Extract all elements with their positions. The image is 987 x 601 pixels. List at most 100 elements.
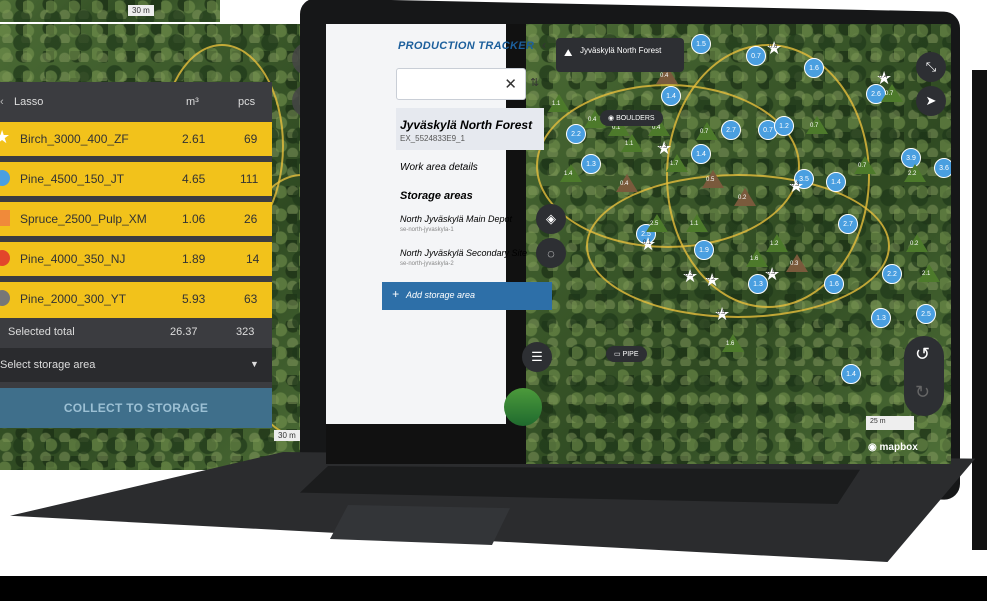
filter-sliders-icon[interactable]: ☰ (522, 342, 552, 372)
storage-area-id: se-north-jyvaskyla-1 (400, 227, 454, 233)
tree-pieces: 111 (240, 172, 259, 186)
laptop-touchpad (330, 505, 510, 545)
locate-arrow-icon[interactable]: ➤ (916, 86, 946, 116)
collapse-arrows-icon[interactable]: ⤡ (916, 52, 946, 82)
forest-name: Jyväskylä North Forest (400, 118, 533, 132)
tree-volume: 1.06 (182, 212, 206, 226)
tree-row[interactable]: ★ Birch_3000_400_ZF 2.61 69 (0, 122, 272, 156)
tree-marker-value: 0.4 (660, 73, 669, 79)
forest-id: EX_5524833E9_1 (400, 134, 465, 143)
tree-marker-circle[interactable]: 2.7 (721, 120, 741, 140)
clear-search-icon[interactable]: ✕ (504, 75, 517, 93)
tree-marker-circle[interactable]: 2.5 (916, 304, 936, 324)
tree-marker-circle[interactable]: 1.5 (691, 34, 711, 54)
tree-marker-value: 0.2 (738, 195, 747, 201)
tree-row[interactable]: Pine_4500_150_JT 4.65 111 (0, 162, 272, 196)
tree-marker-circle[interactable]: 1.2 (774, 116, 794, 136)
mapbox-text: mapbox (879, 442, 918, 453)
search-input[interactable]: ✕ (396, 68, 526, 100)
tree-marker-circle[interactable]: 2.7 (838, 214, 858, 234)
collapse-sidebar-chevron-icon[interactable]: ‹ (542, 38, 546, 52)
tree-marker-circle[interactable]: 1.6 (824, 274, 844, 294)
caret-down-icon: ▼ (250, 359, 259, 369)
tree-marker-value: 0.2 (910, 241, 919, 247)
pipe-icon: ▭ (614, 351, 623, 358)
storage-area-item[interactable]: North Jyväskylä Secondary Site se-north-… (396, 244, 544, 276)
laptop-screen: 1.5 0.7 1.6 2.6 1.4 2.7 0.7 1.2 2.2 1.4 1.3 3.9 1.4 2… (326, 24, 951, 464)
storage-areas-heading: Storage areas (400, 190, 473, 202)
tree-row[interactable]: Pine_4000_350_NJ 1.89 14 (0, 242, 272, 276)
tree-marker-circle[interactable]: 3.6 (934, 158, 951, 178)
selected-forest[interactable]: Jyväskylä North Forest EX_5524833E9_1 (396, 108, 544, 150)
add-storage-area-button[interactable]: + Add storage area (382, 282, 552, 310)
tree-marker-circle[interactable]: 1.3 (871, 308, 891, 328)
collect-to-storage-button[interactable]: COLLECT TO STORAGE (0, 388, 272, 428)
tree-marker-value: 0.7 (810, 123, 819, 129)
tree-marker-circle[interactable]: 0.7 (746, 46, 766, 66)
map-scale: 30 m (274, 430, 300, 441)
map-scale-text: 25 m (870, 418, 886, 425)
forest-chip[interactable]: ⛰ Jyväskylä North Forest (556, 38, 684, 72)
forest-chip-label: Jyväskylä North Forest (580, 46, 662, 55)
tree-marker-circle[interactable]: 1.4 (841, 364, 861, 384)
tree-marker-value: 0.2 (707, 276, 716, 282)
tree-marker-circle[interactable]: 1.4 (691, 144, 711, 164)
tree-marker-value: 0.5 (717, 310, 726, 316)
forest-chip-icon: ⛰ (564, 48, 573, 59)
lasso-icon[interactable]: ◌ (536, 238, 566, 268)
storage-area-item[interactable]: North Jyväskylä Main Depot se-north-jyva… (396, 210, 544, 242)
tree-marker-value: 0.3 (685, 272, 694, 278)
undo-redo-group: ↺ ↻ (904, 336, 944, 416)
storage-area-select[interactable]: Select storage area ▼ (0, 348, 272, 382)
tree-marker-value: 0.7 (885, 91, 894, 97)
selected-total-label: Selected total (8, 326, 75, 338)
tree-marker-value: 2.2 (908, 171, 917, 177)
tree-marker-value: 1.1 (552, 101, 561, 107)
mapbox-logo: ◉ mapbox (868, 442, 918, 453)
user-avatar[interactable] (504, 388, 542, 426)
tree-row[interactable]: Pine_2000_300_YT 5.93 63 (0, 282, 272, 318)
map-scale: 25 m (866, 416, 914, 430)
top-map-scale: 30 m (128, 5, 154, 16)
tree-marker-circle[interactable]: 2.2 (566, 124, 586, 144)
map-view[interactable]: 1.5 0.7 1.6 2.6 1.4 2.7 0.7 1.2 2.2 1.4 1.3 3.9 1.4 2… (526, 24, 951, 464)
back-chevron-icon[interactable]: ‹ (0, 96, 4, 108)
tree-marker-value: 1.1 (690, 221, 699, 227)
tree-marker-value: 0.3 (659, 144, 668, 150)
circle-icon (0, 290, 10, 306)
tree-marker-value: 0.3 (790, 261, 799, 267)
background-device-edge (972, 70, 987, 550)
tree-name: Spruce_2500_Pulp_XM (20, 212, 147, 226)
sort-chevron-icon[interactable]: ⇅ (530, 76, 539, 89)
app-title: PRODUCTION TRACKER (398, 40, 535, 52)
circle-icon (0, 250, 10, 266)
tree-marker-value: 0.4 (588, 117, 597, 123)
boulders-label[interactable]: ◉ BOULDERS (600, 110, 663, 126)
star-icon: ★ (0, 127, 11, 147)
tree-pieces: 14 (246, 252, 260, 266)
selected-total-row: Selected total 26.37 323 (0, 320, 272, 346)
tree-marker-value: 0.5 (706, 177, 715, 183)
layers-icon[interactable]: ◈ (536, 204, 566, 234)
tree-marker-value: 0.4 (879, 74, 888, 80)
work-area-details-link[interactable]: Work area details (400, 162, 478, 173)
lasso-selection-panel: ‹ Lasso m³ pcs ★ Birch_3000_400_ZF 2.61 … (0, 82, 272, 428)
tree-marker-circle[interactable]: 1.4 (826, 172, 846, 192)
tree-marker-circle[interactable]: 2.2 (882, 264, 902, 284)
tree-marker-value: 2.5 (650, 221, 659, 227)
tree-marker-value: 1.2 (770, 241, 779, 247)
tree-marker-value: 1.6 (726, 341, 735, 347)
tree-marker-circle[interactable]: 1.9 (694, 240, 714, 260)
tree-marker-circle[interactable]: 1.6 (804, 58, 824, 78)
add-storage-label: Add storage area (406, 290, 476, 300)
tree-marker-circle[interactable]: 1.3 (581, 154, 601, 174)
tree-row[interactable]: Spruce_2500_Pulp_XM 1.06 26 (0, 202, 272, 236)
undo-icon[interactable]: ↺ (915, 344, 930, 365)
tree-volume: 5.93 (182, 292, 206, 306)
boulders-text: BOULDERS (616, 115, 655, 122)
tree-marker-circle[interactable]: 1.4 (661, 86, 681, 106)
tree-marker-value: 1.6 (750, 256, 759, 262)
redo-icon[interactable]: ↻ (915, 382, 930, 403)
pipe-label[interactable]: ▭ PIPE (606, 346, 647, 362)
tree-name: Pine_4500_150_JT (20, 172, 125, 186)
